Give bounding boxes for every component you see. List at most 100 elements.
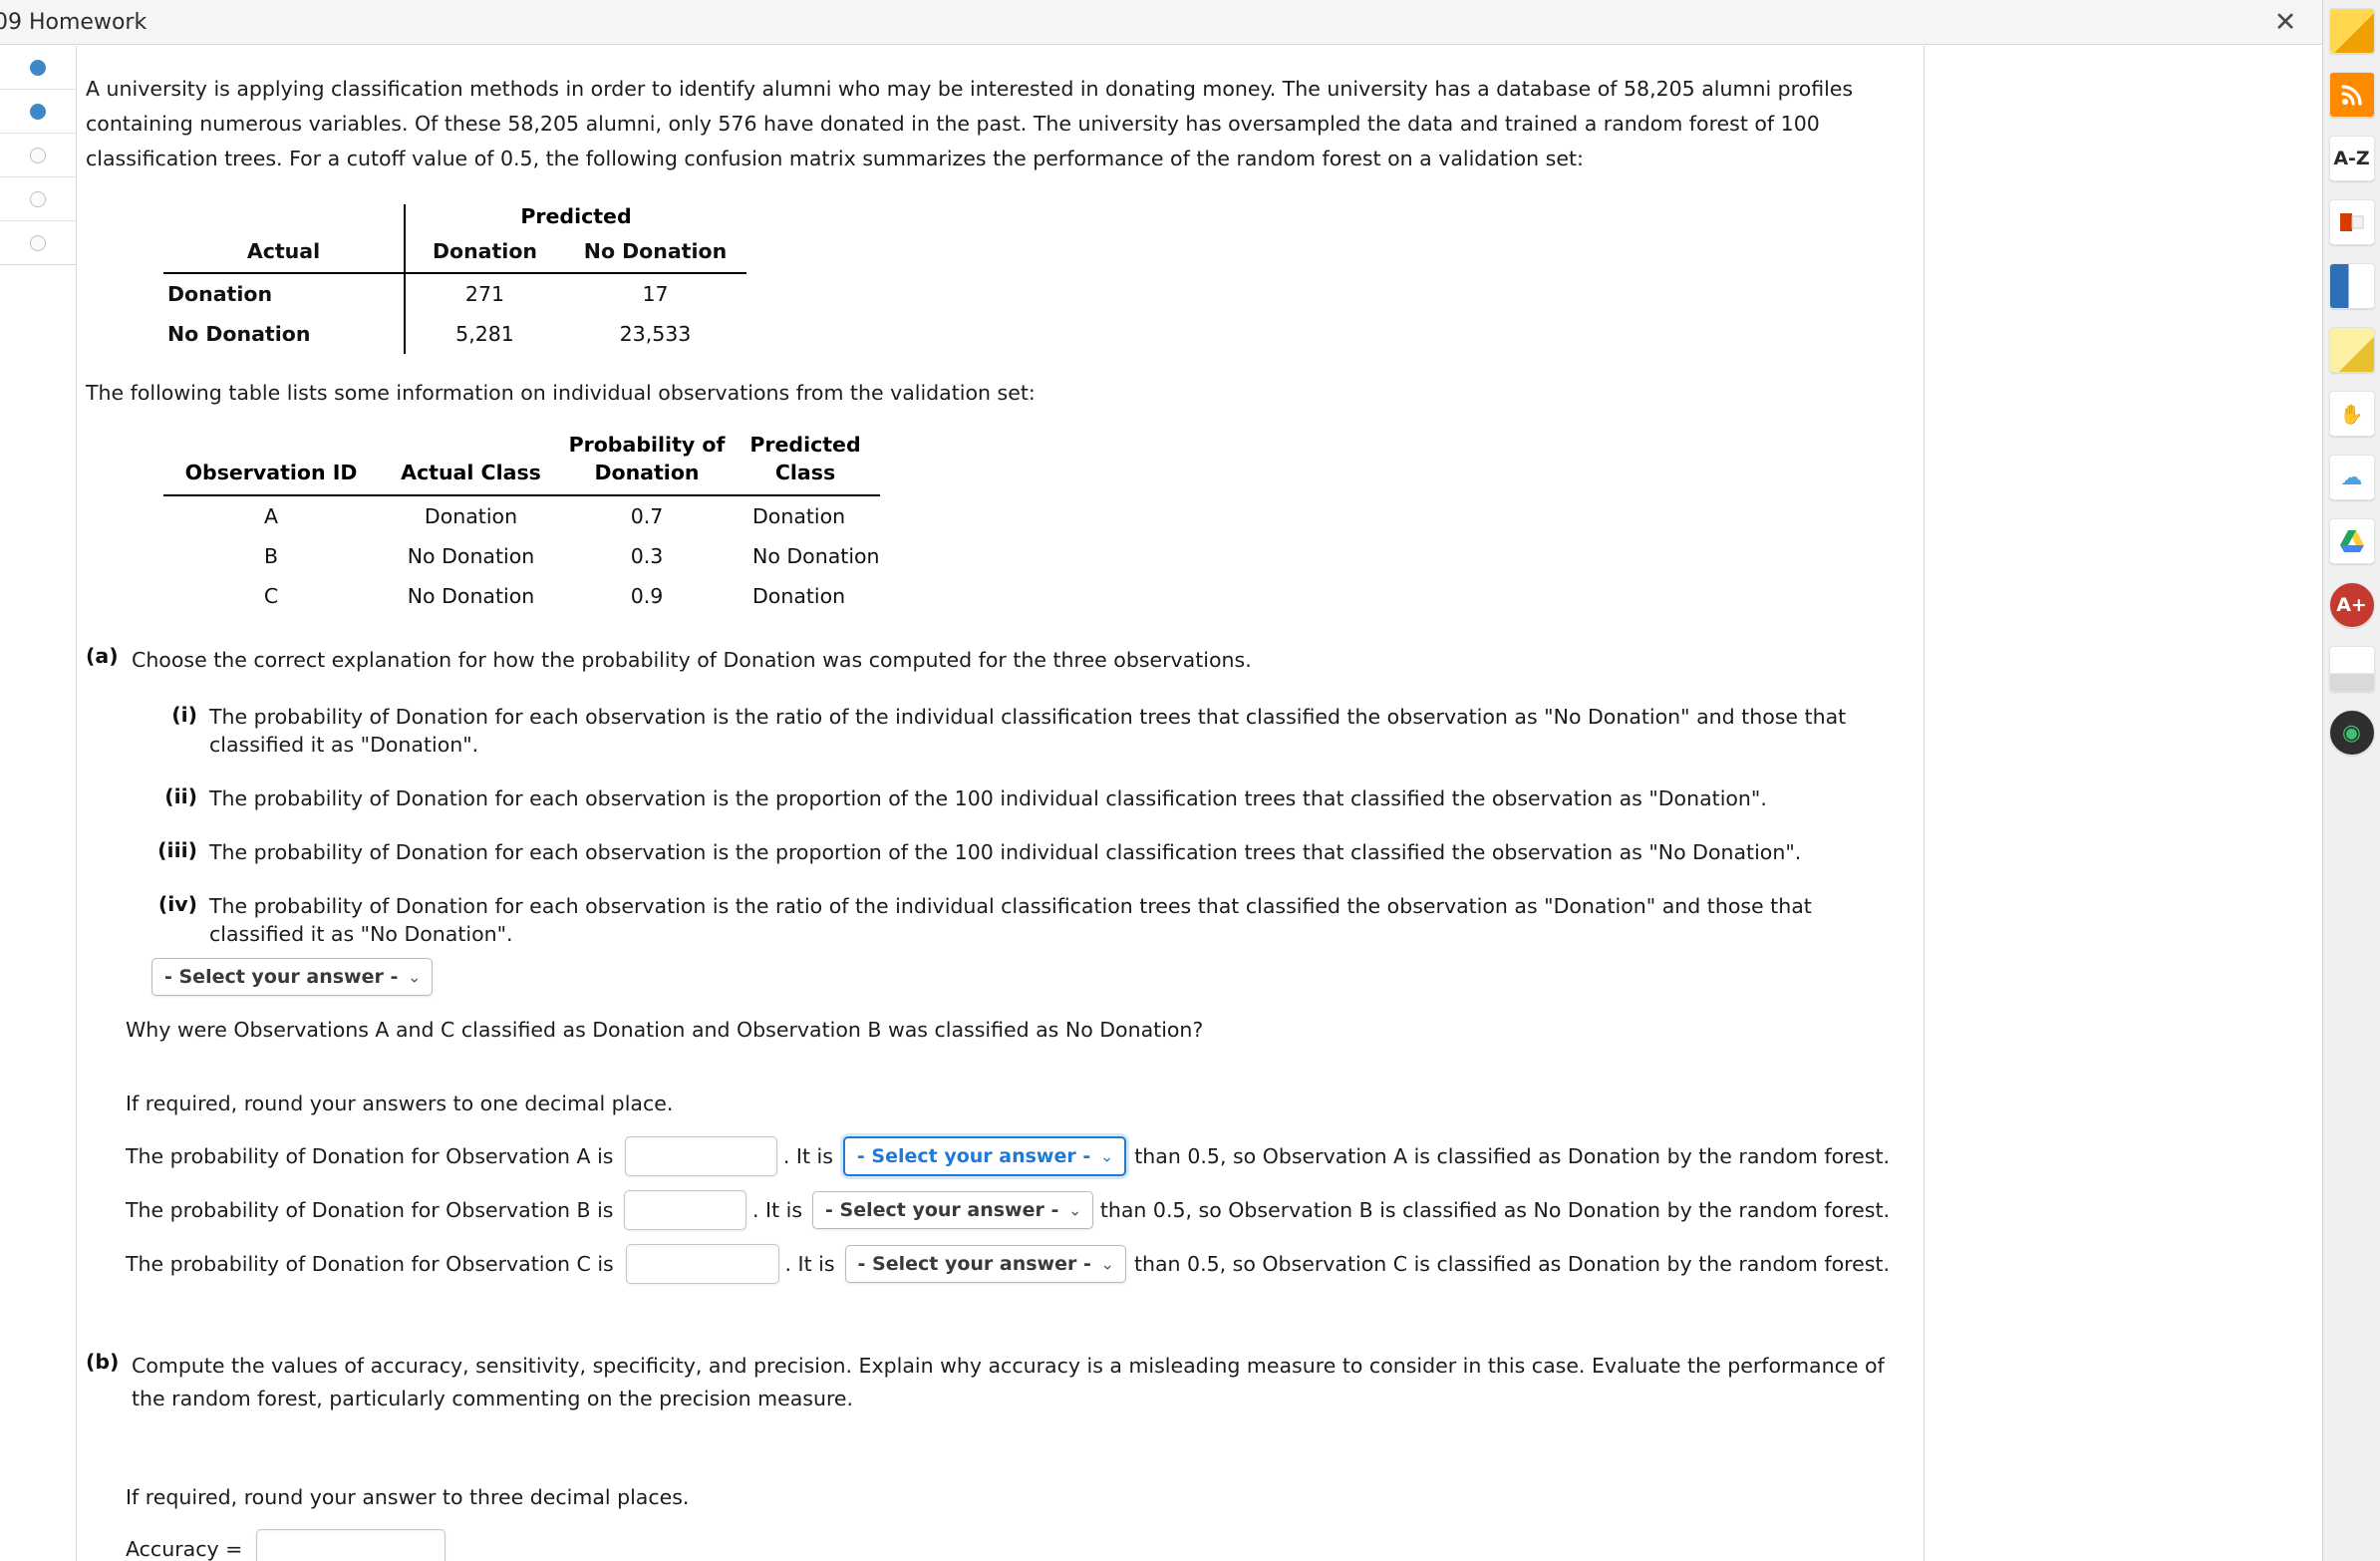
- part-a-answer-select-value: - Select your answer -: [164, 966, 399, 988]
- part-a-answer-select[interactable]: - Select your answer - ⌄: [151, 958, 434, 996]
- cm-row-nodonation-label: No Donation: [167, 322, 311, 346]
- obs-id-header: Observation ID: [163, 461, 379, 496]
- close-icon[interactable]: ✕: [2270, 7, 2300, 37]
- observation-b-comparison-select[interactable]: - Select your answer - ⌄: [812, 1190, 1094, 1229]
- keyboard-icon[interactable]: [2328, 646, 2375, 692]
- recorder-icon[interactable]: ◉: [2328, 710, 2375, 756]
- google-drive-icon[interactable]: [2328, 518, 2375, 564]
- sidebar-item-4[interactable]: [0, 177, 76, 221]
- office-icon[interactable]: [2328, 199, 2375, 245]
- choice-i-label: (i): [171, 703, 197, 727]
- obs-row-0-actual: Donation: [424, 504, 518, 528]
- sidebar-item-5[interactable]: [0, 221, 76, 265]
- cm-row-donation-label: Donation: [167, 282, 273, 306]
- obs-row-0-prob: 0.7: [630, 504, 664, 528]
- obs-pred-header-line2: Class: [731, 461, 880, 496]
- obs-pred-header-line1: Predicted: [749, 433, 861, 457]
- choice-iv-text: The probability of Donation for each obs…: [209, 894, 1812, 946]
- observation-b-answer-row: The probability of Donation for Observat…: [126, 1189, 1894, 1230]
- accuracy-answer-row: Accuracy =: [126, 1529, 1894, 1561]
- screen-root: 09 Homework ✕ A university is applying c…: [0, 0, 2380, 1561]
- part-a-question-text: Choose the correct explanation for how t…: [132, 648, 1252, 672]
- cm-cell-nd: 5,281: [404, 314, 564, 354]
- observations-table: Probability of Predicted Observation ID …: [86, 433, 1894, 616]
- confusion-matrix-table: Predicted Actual Donation No Donation Do…: [86, 204, 1894, 354]
- sidebar-item-2[interactable]: [0, 90, 76, 134]
- window-title: 09 Homework: [0, 9, 148, 35]
- obs-row-1-prob: 0.3: [630, 544, 664, 568]
- observation-a-probability-input[interactable]: [625, 1135, 777, 1176]
- part-a-choice-list: (i) The probability of Donation for each…: [157, 703, 1894, 948]
- observation-b-suffix: than 0.5, so Observation B is classified…: [1099, 1197, 1890, 1222]
- part-b-label: (b): [86, 1349, 120, 1374]
- choice-iii-label: (iii): [157, 838, 197, 862]
- observation-c-probability-input[interactable]: [625, 1243, 779, 1284]
- observation-a-answer-row: The probability of Donation for Observat…: [126, 1135, 1894, 1176]
- a-plus-icon[interactable]: A+: [2328, 582, 2375, 628]
- chevron-down-icon: ⌄: [1100, 1254, 1114, 1273]
- obs-actual-header: Actual Class: [379, 461, 563, 496]
- obs-row-1-actual: No Donation: [407, 544, 535, 568]
- observation-b-prefix: The probability of Donation for Observat…: [126, 1197, 614, 1222]
- accuracy-input[interactable]: [256, 1529, 446, 1561]
- obs-row-2-actual: No Donation: [407, 584, 535, 608]
- part-a-prompt: (a) Choose the correct explanation for h…: [86, 644, 1894, 677]
- observation-c-comparison-select[interactable]: - Select your answer - ⌄: [844, 1244, 1126, 1283]
- observation-c-prefix: The probability of Donation for Observat…: [126, 1251, 614, 1276]
- a-to-z-icon[interactable]: A-Z: [2328, 136, 2375, 181]
- part-a-followup-text: Why were Observations A and C classified…: [126, 1018, 1204, 1042]
- cm-predicted-header: Predicted: [404, 204, 746, 234]
- obs-row-2-pred: Donation: [752, 584, 846, 608]
- observation-a-comparison-select[interactable]: - Select your answer - ⌄: [842, 1135, 1127, 1176]
- window-titlebar: 09 Homework ✕: [0, 0, 2322, 45]
- cm-cell-nn: 23,533: [619, 322, 692, 346]
- chevron-down-icon: ⌄: [407, 967, 422, 987]
- part-b-question-text: Compute the values of accuracy, sensitiv…: [132, 1353, 1885, 1410]
- obs-prob-header-line2: Donation: [563, 461, 731, 496]
- sidebar-item-3[interactable]: [0, 134, 76, 177]
- observation-a-prefix: The probability of Donation for Observat…: [126, 1143, 614, 1168]
- cm-col-donation-header: Donation: [404, 234, 564, 274]
- nav-dot-empty-icon: [30, 235, 46, 251]
- observation-a-suffix: than 0.5, so Observation A is classified…: [1134, 1143, 1890, 1168]
- table-row: B No Donation 0.3 No Donation: [163, 536, 880, 576]
- nav-dot-filled-icon: [30, 59, 46, 76]
- rail-divider: [76, 46, 77, 1561]
- table-row: C No Donation 0.9 Donation: [163, 576, 880, 616]
- cm-actual-header: Actual: [163, 234, 405, 274]
- observation-c-comparison-value: - Select your answer -: [857, 1252, 1091, 1275]
- observation-b-probability-input[interactable]: [623, 1189, 746, 1230]
- accuracy-label: Accuracy =: [126, 1537, 243, 1561]
- homework-content-panel: A university is applying classification …: [78, 46, 1925, 1561]
- nav-dot-empty-icon: [30, 147, 46, 163]
- choice-i-text: The probability of Donation for each obs…: [209, 705, 1847, 757]
- cm-col-nodonation-header: No Donation: [564, 234, 746, 274]
- observation-b-comparison-value: - Select your answer -: [825, 1198, 1059, 1221]
- obs-row-0-id: A: [263, 504, 279, 528]
- chevron-down-icon: ⌄: [1099, 1146, 1114, 1165]
- part-b-rounding-note-1: If required, round your answer to three …: [126, 1484, 690, 1509]
- observation-b-mid: . It is: [752, 1197, 803, 1222]
- list-item: (i) The probability of Donation for each…: [157, 703, 1894, 759]
- part-a-rounding-note: If required, round your answers to one d…: [126, 1092, 674, 1115]
- cloud-icon[interactable]: ☁: [2328, 455, 2375, 500]
- table-row: A Donation 0.7 Donation: [163, 495, 880, 536]
- observation-c-suffix: than 0.5, so Observation C is classified…: [1133, 1251, 1890, 1276]
- problem-intro-text: A university is applying classification …: [86, 77, 1854, 170]
- book-icon[interactable]: [2328, 263, 2375, 309]
- pencil-icon[interactable]: [2328, 8, 2375, 54]
- observation-c-mid: . It is: [784, 1251, 835, 1276]
- observation-a-mid: . It is: [782, 1143, 833, 1168]
- observation-c-answer-row: The probability of Donation for Observat…: [126, 1243, 1894, 1284]
- sidebar-item-1[interactable]: [0, 46, 76, 90]
- cm-cell-dn: 17: [642, 282, 669, 306]
- choice-iv-label: (iv): [157, 892, 197, 916]
- observation-a-comparison-value: - Select your answer -: [856, 1144, 1091, 1167]
- nav-dot-empty-icon: [30, 190, 46, 207]
- obs-row-1-id: B: [263, 544, 279, 568]
- notepad-icon[interactable]: [2328, 327, 2375, 373]
- list-item: (ii) The probability of Donation for eac…: [157, 784, 1894, 812]
- table-row: No Donation 5,281 23,533: [163, 314, 746, 354]
- rss-icon[interactable]: [2328, 72, 2375, 118]
- hand-gesture-icon[interactable]: ✋: [2328, 391, 2375, 437]
